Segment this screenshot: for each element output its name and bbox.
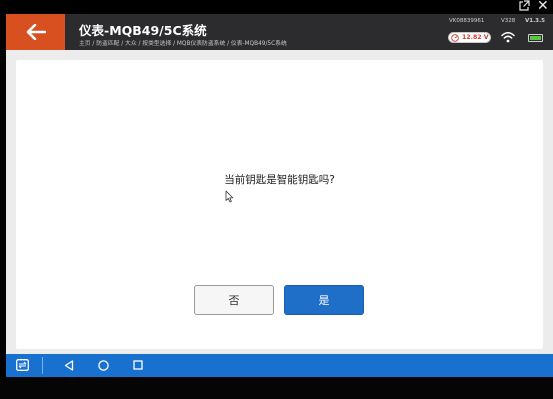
no-button[interactable]: 否 bbox=[194, 285, 274, 315]
voltage-badge: 12.82 V bbox=[448, 32, 491, 43]
yes-button[interactable]: 是 bbox=[284, 285, 364, 315]
battery-icon bbox=[528, 34, 543, 42]
bottom-frame bbox=[0, 377, 553, 399]
main-content: 当前钥匙是智能钥匙吗? 否 是 bbox=[6, 50, 553, 354]
gauge-icon bbox=[451, 33, 459, 42]
close-icon[interactable]: ✕ bbox=[537, 0, 549, 13]
back-triangle-icon[interactable] bbox=[64, 360, 74, 371]
external-link-icon[interactable] bbox=[518, 0, 530, 15]
arrow-left-icon bbox=[26, 24, 46, 40]
software-version: V328 bbox=[501, 18, 516, 24]
app-header: 仪表-MQB49/5C系统 主页 / 防盗匹配 / 大众 / 按类型选择 / M… bbox=[6, 14, 553, 50]
battery-level-fill bbox=[530, 36, 541, 40]
breadcrumb: 主页 / 防盗匹配 / 大众 / 按类型选择 / MQB仪表防盗系统 / 仪表-… bbox=[79, 41, 287, 47]
mouse-cursor-icon bbox=[225, 190, 234, 203]
home-circle-icon[interactable] bbox=[98, 360, 109, 371]
voltage-value: 12.82 V bbox=[462, 34, 489, 41]
vin-label: VK08839961 bbox=[449, 18, 485, 24]
dialog-card: 当前钥匙是智能钥匙吗? 否 是 bbox=[16, 60, 543, 349]
app-version: V1.3.5 bbox=[525, 18, 545, 24]
wifi-icon bbox=[501, 32, 515, 43]
page-title: 仪表-MQB49/5C系统 bbox=[79, 23, 207, 38]
nav-divider bbox=[42, 357, 43, 374]
app-screen: 仪表-MQB49/5C系统 主页 / 防盗匹配 / 大众 / 按类型选择 / M… bbox=[6, 14, 553, 377]
android-nav-bar bbox=[6, 354, 553, 377]
window-title-bar: ✕ bbox=[0, 0, 553, 14]
question-text: 当前钥匙是智能钥匙吗? bbox=[224, 174, 335, 186]
recent-square-icon[interactable] bbox=[133, 360, 143, 370]
back-button[interactable] bbox=[6, 14, 65, 50]
app-switch-icon[interactable] bbox=[16, 359, 29, 371]
